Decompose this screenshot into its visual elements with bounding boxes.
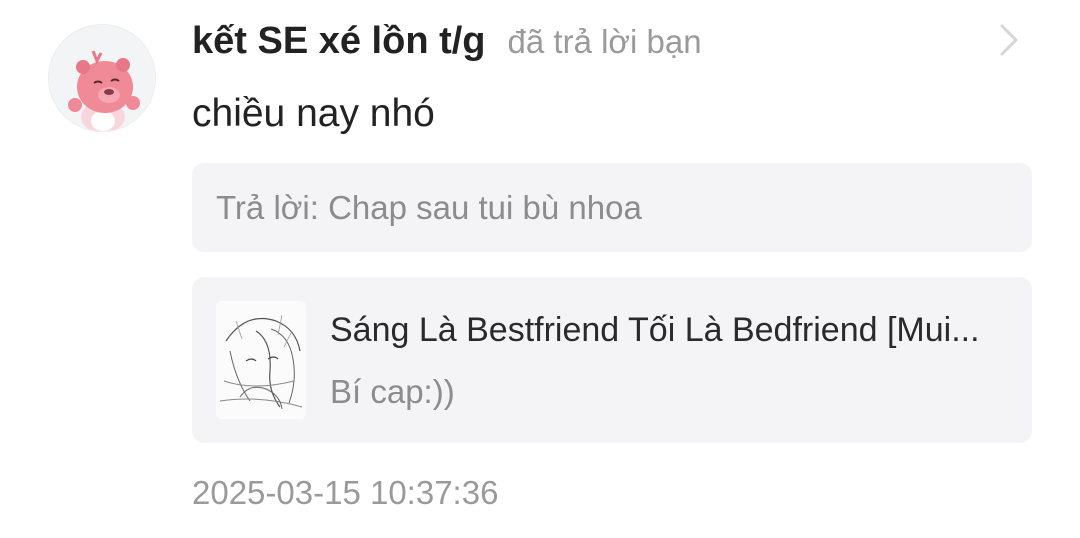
story-card[interactable]: Sáng Là Bestfriend Tối Là Bedfriend [Mui… xyxy=(192,277,1032,443)
notification-header: kết SE xé lồn t/g đã trả lời bạn xyxy=(192,20,702,70)
timestamp: 2025-03-15 10:37:36 xyxy=(192,474,499,511)
username[interactable]: kết SE xé lồn t/g xyxy=(192,20,486,63)
reply-message: chiều nay nhó xyxy=(192,92,435,135)
story-cover-thumbnail xyxy=(216,301,306,419)
chevron-right-icon[interactable] xyxy=(994,22,1022,58)
story-title: Sáng Là Bestfriend Tối Là Bedfriend [Mui… xyxy=(330,311,980,349)
pink-beaver-avatar-icon xyxy=(49,25,155,131)
quoted-reply-box[interactable]: Trả lời: Chap sau tui bù nhoa xyxy=(192,163,1032,252)
reply-notification[interactable]: kết SE xé lồn t/g đã trả lời bạn chiều n… xyxy=(0,0,1080,538)
action-text: đã trả lời bạn xyxy=(507,23,702,60)
story-subtitle: Bí cap:)) xyxy=(330,373,455,410)
manga-cover-thumbnail xyxy=(216,301,306,419)
quoted-reply-text: Trả lời: Chap sau tui bù nhoa xyxy=(216,188,642,226)
user-avatar[interactable] xyxy=(48,24,156,132)
